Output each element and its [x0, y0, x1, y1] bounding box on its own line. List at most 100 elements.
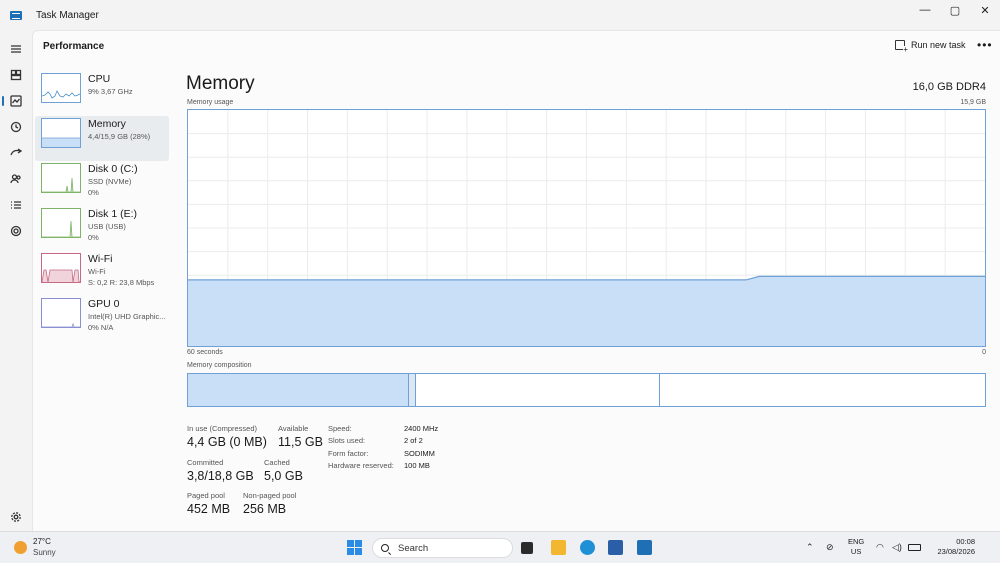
title-bar: Task Manager — ▢ ✕: [0, 0, 1000, 30]
composition-modified: [409, 374, 416, 406]
device-item-memory[interactable]: Memory 4,4/15,9 GB (28%): [35, 116, 169, 161]
performance-icon[interactable]: [2, 91, 26, 111]
details-icon[interactable]: [6, 195, 26, 215]
close-button[interactable]: ✕: [970, 0, 1000, 20]
device-detail: 4,4/15,9 GB (28%): [88, 132, 151, 141]
edge-browser-icon[interactable]: [580, 540, 595, 555]
device-detail: USB (USB): [88, 222, 126, 231]
page-title: Performance: [43, 41, 105, 52]
keyboard-layout: US: [850, 547, 862, 556]
device-detail: SSD (NVMe): [88, 177, 132, 186]
processes-icon[interactable]: [6, 65, 26, 85]
memory-usage-label: Memory usage: [187, 99, 234, 106]
device-detail: 0%: [88, 233, 99, 242]
device-item-cpu[interactable]: CPU 9% 3,67 GHz: [35, 71, 169, 116]
cpu-thumbnail-graph: [41, 73, 81, 103]
memory-spec: 16,0 GB DDR4: [912, 81, 986, 93]
time-axis-right: 0: [982, 349, 986, 356]
composition-in-use: [188, 374, 409, 406]
clock-time: 00:08: [956, 537, 975, 546]
battery-icon[interactable]: [908, 544, 921, 551]
nav-rail: [0, 30, 32, 531]
device-name: CPU: [88, 73, 111, 85]
device-item-wifi[interactable]: Wi-Fi Wi-Fi S: 0,2 R: 23,8 Mbps: [35, 251, 169, 296]
memory-thumbnail-graph: [41, 118, 81, 148]
memory-composition-bar: [187, 373, 986, 407]
wifi-thumbnail-graph: [41, 253, 81, 283]
volume-icon[interactable]: ◁): [892, 542, 902, 553]
run-new-task-button[interactable]: Run new task: [895, 40, 966, 54]
speed-value: 2400 MHz: [404, 424, 439, 433]
device-detail: 0% N/A: [88, 323, 114, 332]
content-pane: Performance Run new task ••• CPU 9% 3,67…: [32, 30, 1000, 531]
device-detail: Wi-Fi: [88, 267, 106, 276]
available-label: Available: [278, 424, 309, 433]
windows-logo-icon: [347, 540, 354, 547]
run-task-icon: [895, 40, 908, 54]
clock[interactable]: 00:08 23/08/2026: [929, 537, 975, 557]
hardware-reserved-value: 100 MB: [404, 461, 430, 470]
cached-label: Cached: [264, 458, 290, 467]
in-use-value: 4,4 GB (0 MB): [187, 435, 267, 449]
hamburger-menu-icon[interactable]: [6, 39, 26, 59]
app-history-icon[interactable]: [6, 117, 26, 137]
device-name: GPU 0: [88, 298, 120, 310]
device-detail: S: 0,2 R: 23,8 Mbps: [88, 278, 155, 287]
store-icon[interactable]: [608, 540, 623, 555]
device-detail: Intel(R) UHD Graphic...: [88, 312, 166, 321]
device-name: Disk 1 (E:): [88, 208, 138, 220]
hardware-reserved-label: Hardware reserved:: [328, 461, 394, 470]
users-icon[interactable]: [6, 169, 26, 189]
file-explorer-icon[interactable]: [551, 540, 566, 555]
task-view-icon[interactable]: [521, 542, 533, 554]
minimize-button[interactable]: —: [910, 0, 940, 20]
memory-usage-max: 15,9 GB: [960, 99, 986, 106]
chevron-up-icon[interactable]: ⌃: [806, 542, 814, 553]
sun-icon[interactable]: [14, 541, 27, 554]
slots-value: 2 of 2: [404, 436, 423, 445]
services-icon[interactable]: [6, 221, 26, 241]
in-use-label: In use (Compressed): [187, 424, 258, 433]
device-list: CPU 9% 3,67 GHz Memory 4,4/15,9 GB (28%)…: [35, 71, 169, 341]
startup-apps-icon[interactable]: [6, 143, 26, 163]
device-item-gpu[interactable]: GPU 0 Intel(R) UHD Graphic... 0% N/A: [35, 296, 169, 341]
speed-label: Speed:: [328, 424, 352, 433]
device-detail: 9% 3,67 GHz: [88, 87, 133, 96]
language-indicator[interactable]: ENG US: [848, 537, 864, 557]
device-name: Wi-Fi: [88, 253, 113, 265]
composition-standby-divider: [659, 374, 660, 406]
paged-pool-label: Paged pool: [187, 491, 225, 500]
nonpaged-pool-value: 256 MB: [243, 502, 287, 516]
wifi-icon[interactable]: ◠: [876, 542, 884, 553]
task-manager-taskbar-icon[interactable]: [637, 540, 652, 555]
memory-usage-area: [188, 276, 985, 346]
slots-label: Slots used:: [328, 436, 366, 445]
app-title: Task Manager: [36, 9, 99, 21]
notifications-off-icon[interactable]: ⊘: [826, 542, 834, 553]
gear-icon[interactable]: [6, 507, 26, 527]
device-detail: 0%: [88, 188, 99, 197]
search-box[interactable]: Search: [372, 538, 513, 558]
start-button[interactable]: [347, 540, 362, 555]
gpu-thumbnail-graph: [41, 298, 81, 328]
available-value: 11,5 GB: [278, 435, 323, 449]
memory-title: Memory: [186, 73, 255, 94]
cached-value: 5,0 GB: [264, 469, 303, 483]
more-options-button[interactable]: •••: [977, 38, 993, 52]
weather-temperature[interactable]: 27°C: [33, 537, 51, 546]
weather-description[interactable]: Sunny: [33, 548, 56, 557]
device-item-disk1[interactable]: Disk 1 (E:) USB (USB) 0%: [35, 206, 169, 251]
maximize-button[interactable]: ▢: [940, 0, 970, 20]
disk0-thumbnail-graph: [41, 163, 81, 193]
run-new-task-label: Run new task: [911, 40, 966, 50]
language-code: ENG: [848, 537, 865, 546]
committed-value: 3,8/18,8 GB: [187, 469, 254, 483]
committed-label: Committed: [187, 458, 224, 467]
clock-date: 23/08/2026: [937, 547, 975, 556]
disk1-thumbnail-graph: [41, 208, 81, 238]
device-item-disk0[interactable]: Disk 0 (C:) SSD (NVMe) 0%: [35, 161, 169, 206]
time-axis-left: 60 seconds: [187, 349, 223, 356]
memory-composition-label: Memory composition: [187, 362, 252, 369]
device-name: Disk 0 (C:): [88, 163, 138, 175]
form-factor-value: SODIMM: [404, 449, 435, 458]
